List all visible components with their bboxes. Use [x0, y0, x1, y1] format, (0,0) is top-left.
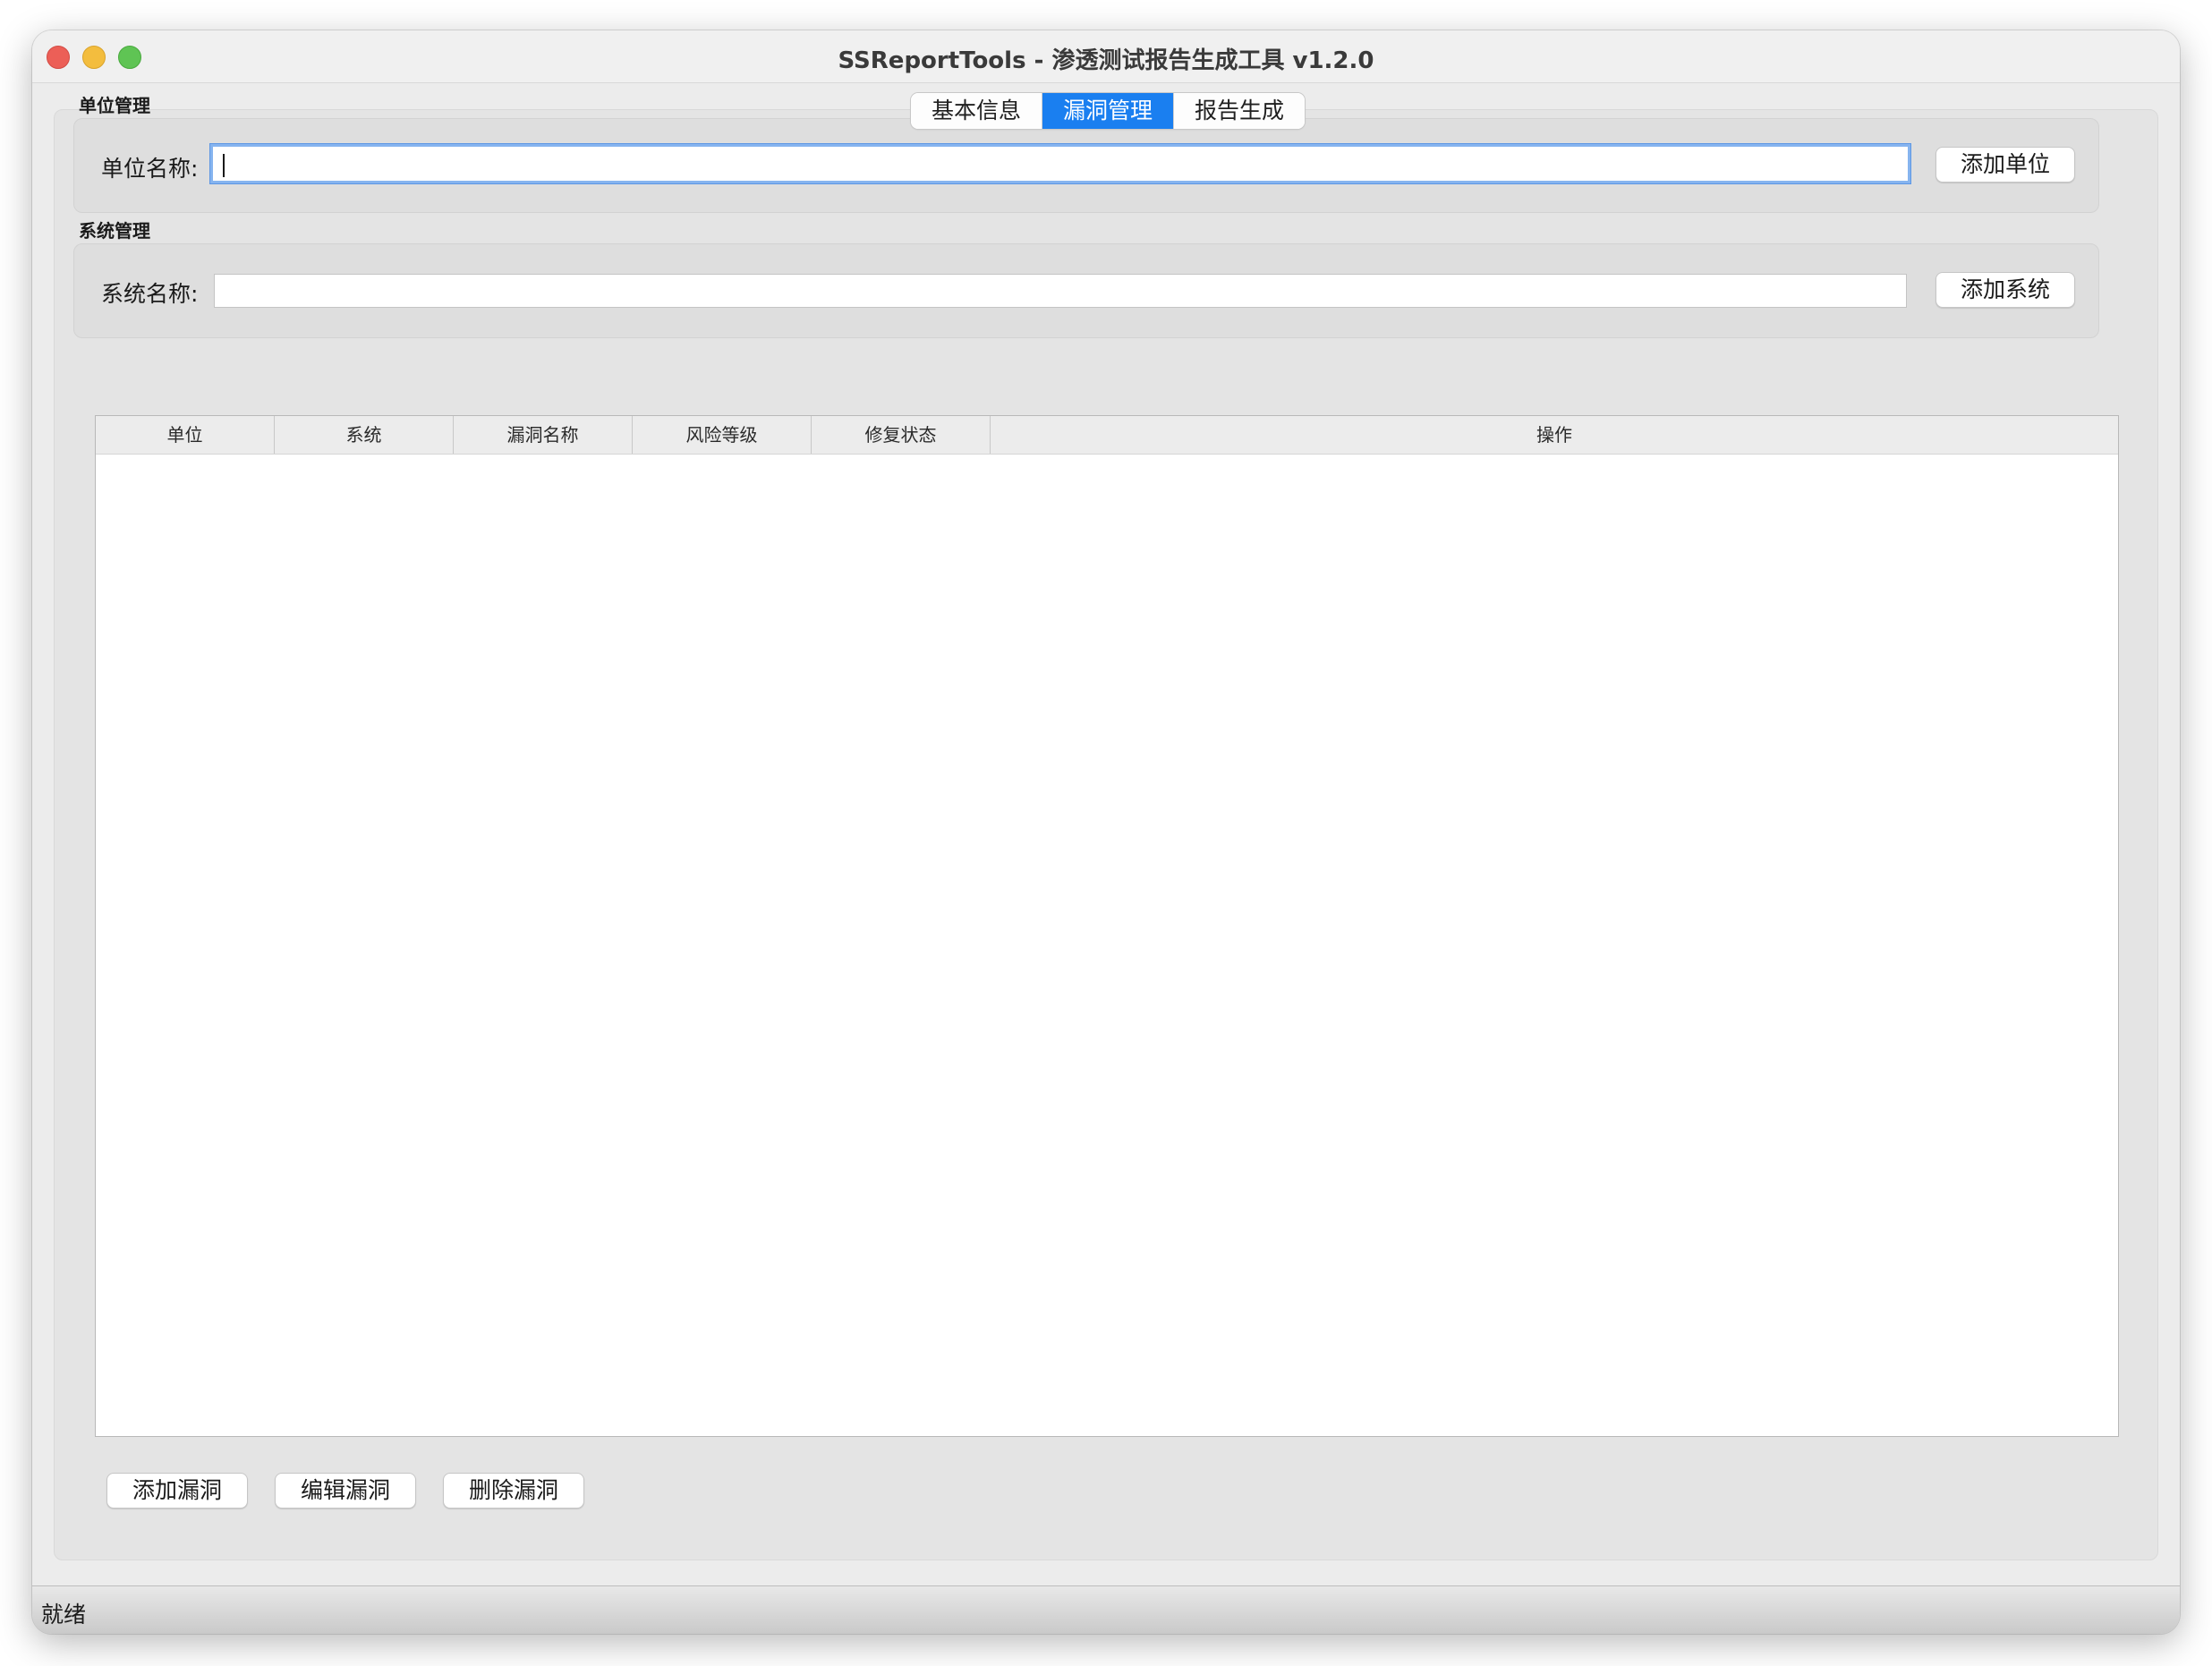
table-header: 单位 系统 漏洞名称 风险等级 修复状态 操作	[96, 416, 2118, 455]
unit-section-title: 单位管理	[79, 95, 150, 116]
text-cursor	[223, 154, 225, 177]
unit-groupbox: 单位名称: 添加单位	[73, 118, 2099, 213]
add-system-button[interactable]: 添加系统	[1936, 272, 2075, 308]
tab-report-generation[interactable]: 报告生成	[1174, 93, 1305, 129]
system-name-label: 系统名称:	[101, 281, 199, 307]
unit-name-input[interactable]	[210, 144, 1910, 183]
delete-vulnerability-button[interactable]: 删除漏洞	[443, 1473, 584, 1509]
system-section-title: 系统管理	[79, 220, 150, 242]
edit-vulnerability-button[interactable]: 编辑漏洞	[275, 1473, 416, 1509]
window-title: SSReportTools - 渗透测试报告生成工具 v1.2.0	[838, 47, 1374, 74]
tab-vulnerability-management[interactable]: 漏洞管理	[1042, 93, 1174, 129]
status-text: 就绪	[41, 1602, 87, 1628]
column-header-fix-status[interactable]: 修复状态	[812, 416, 991, 454]
system-groupbox: 系统名称: 添加系统	[73, 243, 2099, 338]
unit-name-label: 单位名称:	[101, 156, 199, 182]
vulnerability-table[interactable]: 单位 系统 漏洞名称 风险等级 修复状态 操作	[95, 415, 2119, 1437]
add-vulnerability-button[interactable]: 添加漏洞	[106, 1473, 248, 1509]
column-header-system[interactable]: 系统	[275, 416, 454, 454]
column-header-risk-level[interactable]: 风险等级	[633, 416, 812, 454]
title-bar: SSReportTools - 渗透测试报告生成工具 v1.2.0	[32, 30, 2180, 83]
tab-basic-info[interactable]: 基本信息	[911, 93, 1042, 129]
tab-bar: 基本信息 漏洞管理 报告生成	[911, 93, 1305, 129]
column-header-actions[interactable]: 操作	[991, 416, 2118, 454]
add-unit-button[interactable]: 添加单位	[1936, 147, 2075, 183]
status-bar: 就绪	[32, 1585, 2180, 1634]
column-header-unit[interactable]: 单位	[96, 416, 275, 454]
system-name-input[interactable]	[214, 274, 1907, 308]
app-window: SSReportTools - 渗透测试报告生成工具 v1.2.0 基本信息 漏…	[32, 30, 2180, 1634]
column-header-vulnerability-name[interactable]: 漏洞名称	[454, 416, 633, 454]
